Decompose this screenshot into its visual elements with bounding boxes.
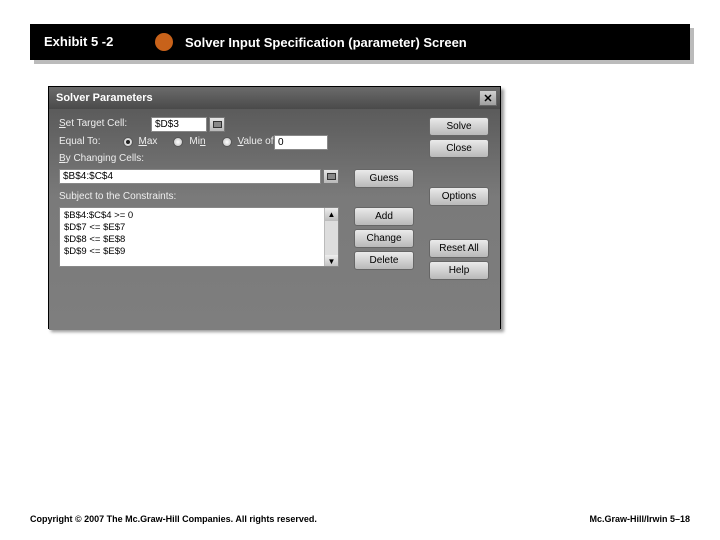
copyright-text: Copyright © 2007 The Mc.Graw-Hill Compan… (30, 514, 317, 524)
scroll-down-icon[interactable]: ▼ (325, 255, 338, 267)
dialog-titlebar[interactable]: Solver Parameters ✕ (49, 87, 500, 109)
header-rest: Solver Input Specification (parameter) S… (145, 24, 690, 60)
constraints-listbox[interactable]: $B$4:$C$4 >= 0 $D$7 <= $E$7 $D$8 <= $E$8… (59, 207, 339, 267)
page-number: Mc.Graw-Hill/Irwin 5–18 (589, 514, 690, 524)
dialog-title: Solver Parameters (52, 92, 153, 104)
equal-to-label: Equal To: (59, 136, 101, 147)
change-button[interactable]: Change (354, 229, 414, 248)
radio-min[interactable] (173, 137, 183, 147)
footer: Copyright © 2007 The Mc.Graw-Hill Compan… (30, 514, 690, 524)
add-button[interactable]: Add (354, 207, 414, 226)
solver-parameters-dialog: Solver Parameters ✕ Set Target Cell: $D$… (48, 86, 501, 329)
constraint-row[interactable]: $B$4:$C$4 >= 0 (64, 210, 334, 222)
header-main: Exhibit 5 -2 Solver Input Specification … (30, 24, 690, 60)
reset-all-button[interactable]: Reset All (429, 239, 489, 258)
close-icon: ✕ (483, 92, 492, 105)
close-dialog-button[interactable]: Close (429, 139, 489, 158)
guess-button[interactable]: Guess (354, 169, 414, 188)
constraint-row[interactable]: $D$9 <= $E$9 (64, 246, 334, 258)
help-button[interactable]: Help (429, 261, 489, 280)
value-of-input[interactable]: 0 (274, 135, 328, 150)
slide-header: Exhibit 5 -2 Solver Input Specification … (30, 24, 690, 60)
radio-min-label: Min (189, 136, 205, 147)
solve-button[interactable]: Solve (429, 117, 489, 136)
radio-max[interactable] (123, 137, 133, 147)
constraints-scrollbar[interactable]: ▲ ▼ (324, 208, 338, 266)
target-cell-picker-icon[interactable] (209, 117, 225, 132)
options-button[interactable]: Options (429, 187, 489, 206)
constraint-row[interactable]: $D$7 <= $E$7 (64, 222, 334, 234)
subject-to-label: Subject to the Constraints: (59, 191, 176, 202)
slide-title: Solver Input Specification (parameter) S… (185, 35, 467, 50)
changing-cells-input[interactable]: $B$4:$C$4 (59, 169, 321, 184)
close-button[interactable]: ✕ (479, 90, 497, 106)
orange-dot-icon (155, 33, 173, 51)
radio-max-label: Max (139, 136, 158, 147)
scroll-up-icon[interactable]: ▲ (325, 208, 338, 221)
radio-value-of-label: Value of: (238, 136, 277, 147)
by-changing-label: By Changing Cells: (59, 153, 144, 164)
changing-cells-picker-icon[interactable] (323, 169, 339, 184)
exhibit-number: Exhibit 5 -2 (30, 24, 145, 60)
dialog-body: Set Target Cell: $D$3 Equal To: Max Min … (49, 109, 500, 330)
radio-value-of[interactable] (222, 137, 232, 147)
delete-button[interactable]: Delete (354, 251, 414, 270)
equal-to-row: Equal To: Max Min Value of: (59, 136, 276, 147)
constraint-row[interactable]: $D$8 <= $E$8 (64, 234, 334, 246)
target-cell-input[interactable]: $D$3 (151, 117, 207, 132)
set-target-label: Set Target Cell: (59, 118, 127, 129)
